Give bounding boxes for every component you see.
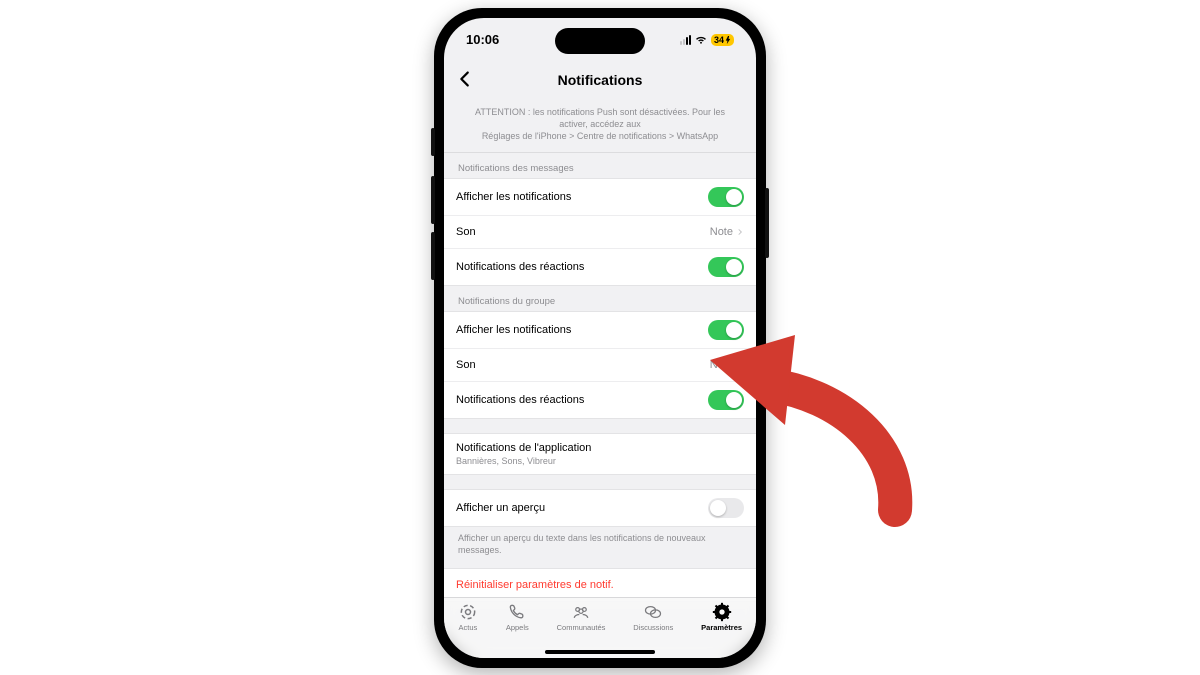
toggle-messages-reactions[interactable] [708,257,744,277]
power-button [765,188,769,258]
status-time: 10:06 [466,32,499,47]
label: Afficher un aperçu [456,502,545,514]
tab-communautes[interactable]: Communautés [557,602,606,632]
toggle-groups-show[interactable] [708,320,744,340]
row-messages-sound[interactable]: Son Note [444,216,756,249]
back-button[interactable] [454,68,478,92]
section-header-messages: Notifications des messages [444,152,756,178]
tab-appels[interactable]: Appels [506,602,529,632]
subtitle: Bannières, Sons, Vibreur [456,456,591,466]
phone-icon [507,602,527,622]
toggle-preview[interactable] [708,498,744,518]
row-preview[interactable]: Afficher un aperçu [444,490,756,526]
page-title: Notifications [558,72,643,88]
iphone-frame: 10:06 34 Notifications ATTENTION : les n… [434,8,766,668]
chevron-right-icon [736,361,744,369]
tab-actus[interactable]: Actus [458,602,478,632]
volume-down-button [431,232,435,280]
value: Note [710,226,733,238]
tab-discussions[interactable]: Discussions [633,602,673,632]
tab-parametres[interactable]: Paramètres [701,602,742,632]
preview-footer: Afficher un aperçu du texte dans les not… [444,527,756,568]
volume-up-button [431,176,435,224]
label: Réinitialiser paramètres de notif. [456,579,614,591]
people-icon [571,602,591,622]
nav-header: Notifications [444,62,756,98]
settings-scroll[interactable]: ATTENTION : les notifications Push sont … [444,98,756,602]
row-groups-sound[interactable]: Son Note [444,349,756,382]
cellular-icon [680,35,691,45]
row-messages-reactions[interactable]: Notifications des réactions [444,249,756,285]
label: Notifications des réactions [456,394,584,406]
battery-indicator: 34 [711,34,734,46]
label: Afficher les notifications [456,324,571,336]
row-groups-reactions[interactable]: Notifications des réactions [444,382,756,418]
chat-icon [643,602,663,622]
status-icon [458,602,478,622]
label: Notifications des réactions [456,261,584,273]
push-disabled-warning: ATTENTION : les notifications Push sont … [444,98,756,152]
chevron-right-icon [736,228,744,236]
home-indicator[interactable] [545,650,655,654]
row-app-notifications[interactable]: Notifications de l'application Bannières… [444,434,756,474]
wifi-icon [694,31,708,48]
value: Note [710,359,733,371]
screen: 10:06 34 Notifications ATTENTION : les n… [444,18,756,658]
label: Son [456,226,476,238]
side-button [431,128,435,156]
dynamic-island [555,28,645,54]
toggle-messages-show[interactable] [708,187,744,207]
row-groups-show[interactable]: Afficher les notifications [444,312,756,349]
toggle-groups-reactions[interactable] [708,390,744,410]
group-preview: Afficher un aperçu [444,489,756,527]
gear-icon [712,602,732,622]
group-messages: Afficher les notifications Son Note Noti… [444,178,756,286]
group-app-notifications: Notifications de l'application Bannières… [444,433,756,475]
group-groups: Afficher les notifications Son Note Noti… [444,311,756,419]
section-header-groups: Notifications du groupe [444,286,756,311]
label: Notifications de l'application [456,442,591,454]
row-messages-show[interactable]: Afficher les notifications [444,179,756,216]
tab-bar: Actus Appels Communautés Discussions Par… [444,597,756,658]
label: Afficher les notifications [456,191,571,203]
label: Son [456,359,476,371]
